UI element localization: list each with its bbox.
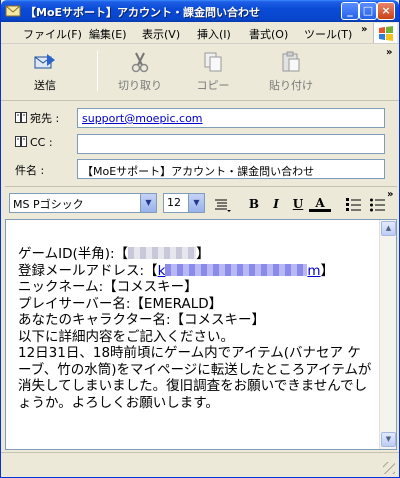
compose-window: 【MoEサポート】アカウント・課金問い合わせ _ □ × ファイル(F) 編集(… [0, 0, 400, 478]
cut-label: 切り取り [118, 79, 162, 92]
numbered-list-icon [346, 197, 361, 211]
menu-bar: ファイル(F) 編集(E) 表示(V) 挿入(I) 書式(O) ツール(T) » [1, 22, 399, 44]
menu-insert[interactable]: 挿入(I) [197, 26, 231, 42]
paste-label: 貼り付け [269, 79, 313, 92]
scissors-icon [131, 52, 149, 73]
windows-logo-icon [373, 23, 397, 43]
message-body-editor[interactable]: ゲームID(半角):【】 登録メールアドレス:【k m】 ニックネーム:【コメスキ… [5, 219, 397, 450]
font-size-select[interactable]: 12 ▼ [163, 193, 205, 213]
underline-button[interactable]: U [287, 194, 309, 214]
maximize-button[interactable]: □ [359, 2, 377, 20]
body-line-details: 12日31日、18時前頃にゲーム内でアイテム(バナセア ケーブ、竹の水筒)をマイ… [18, 345, 372, 411]
cc-label-wrap[interactable]: CC : [15, 136, 53, 149]
toolbar-overflow-chevron[interactable]: » [386, 47, 392, 58]
to-address[interactable]: support@moepic.com [82, 112, 203, 125]
envelope-icon [5, 5, 21, 17]
scroll-down-button[interactable]: ▼ [381, 432, 396, 447]
bullet-list-button[interactable] [367, 194, 389, 214]
format-overflow-chevron[interactable]: » [387, 189, 393, 200]
vertical-scrollbar[interactable]: ▲ ▼ [379, 220, 396, 449]
menu-edit[interactable]: 編集(E) [89, 26, 127, 42]
message-body-text: ゲームID(半角):【】 登録メールアドレス:【k m】 ニックネーム:【コメスキ… [18, 246, 372, 411]
body-line-character: あなたのキャラクター名:【コメスキー】 [18, 312, 266, 328]
body-line-instruction: 以下に詳細内容をご記入ください。 [18, 328, 234, 345]
format-toolbar: MS Pゴシック ▼ 12 ▼ B I U A » [5, 186, 397, 218]
status-bar [1, 452, 399, 477]
menu-view[interactable]: 表示(V) [142, 26, 180, 42]
font-name-select[interactable]: MS Pゴシック ▼ [9, 193, 157, 213]
redacted-game-id [128, 247, 197, 259]
font-name-value: MS Pゴシック [13, 198, 84, 211]
close-button[interactable]: × [377, 2, 395, 20]
to-label-wrap[interactable]: 宛先 : [15, 110, 59, 126]
copy-icon [204, 52, 222, 72]
copy-button[interactable]: コピー [189, 49, 237, 95]
send-label: 送信 [34, 79, 56, 92]
paste-button[interactable]: 貼り付け [263, 49, 319, 95]
subject-label: 件名 : [15, 164, 45, 177]
address-book-icon [15, 112, 27, 123]
body-line-email: 登録メールアドレス:【k m】 [18, 262, 335, 279]
subject-field[interactable]: 【MoEサポート】アカウント・課金問い合わせ [77, 159, 385, 179]
scroll-up-button[interactable]: ▲ [381, 221, 396, 236]
bullet-list-icon [370, 198, 385, 211]
paragraph-style-button[interactable] [211, 194, 233, 214]
font-color-button[interactable]: A [309, 194, 331, 212]
resize-grip-icon[interactable] [383, 462, 395, 474]
to-field[interactable]: support@moepic.com [77, 108, 385, 128]
chevron-down-icon[interactable]: ▼ [188, 194, 204, 212]
cc-field[interactable] [77, 134, 385, 154]
address-book-icon [15, 136, 27, 147]
font-size-value: 12 [167, 196, 181, 209]
paragraph-style-icon [215, 199, 231, 212]
title-bar[interactable]: 【MoEサポート】アカウント・課金問い合わせ _ □ × [1, 0, 399, 22]
copy-label: コピー [196, 79, 230, 92]
toolbar-separator [97, 51, 98, 91]
numbered-list-button[interactable] [343, 194, 365, 214]
standard-toolbar: 送信 切り取り コピー 貼り付け » [1, 45, 399, 99]
italic-button[interactable]: I [265, 194, 287, 214]
to-label: 宛先 : [30, 112, 60, 125]
menu-overflow-chevron[interactable]: » [361, 24, 367, 35]
cc-label: CC : [30, 136, 53, 149]
minimize-button[interactable]: _ [341, 2, 359, 20]
body-line-game-id: ゲームID(半角):【】 [18, 246, 210, 262]
bold-button[interactable]: B [243, 194, 265, 214]
cut-button[interactable]: 切り取り [113, 49, 167, 95]
redacted-email [165, 263, 308, 276]
body-line-server: プレイサーバー名:【EMERALD】 [18, 295, 223, 312]
body-line-nickname: ニックネーム:【コメスキー】 [18, 279, 198, 295]
paste-icon [282, 51, 300, 72]
window-title: 【MoEサポート】アカウント・課金問い合わせ [25, 6, 261, 19]
menu-tools[interactable]: ツール(T) [304, 26, 352, 42]
chevron-down-icon[interactable]: ▼ [140, 194, 156, 212]
send-icon [34, 54, 55, 69]
send-button[interactable]: 送信 [25, 49, 65, 95]
menu-format[interactable]: 書式(O) [249, 26, 288, 42]
message-headers: 宛先 : support@moepic.com CC : 件名 : 【MoEサポ… [1, 100, 399, 184]
menu-file[interactable]: ファイル(F) [23, 26, 82, 42]
